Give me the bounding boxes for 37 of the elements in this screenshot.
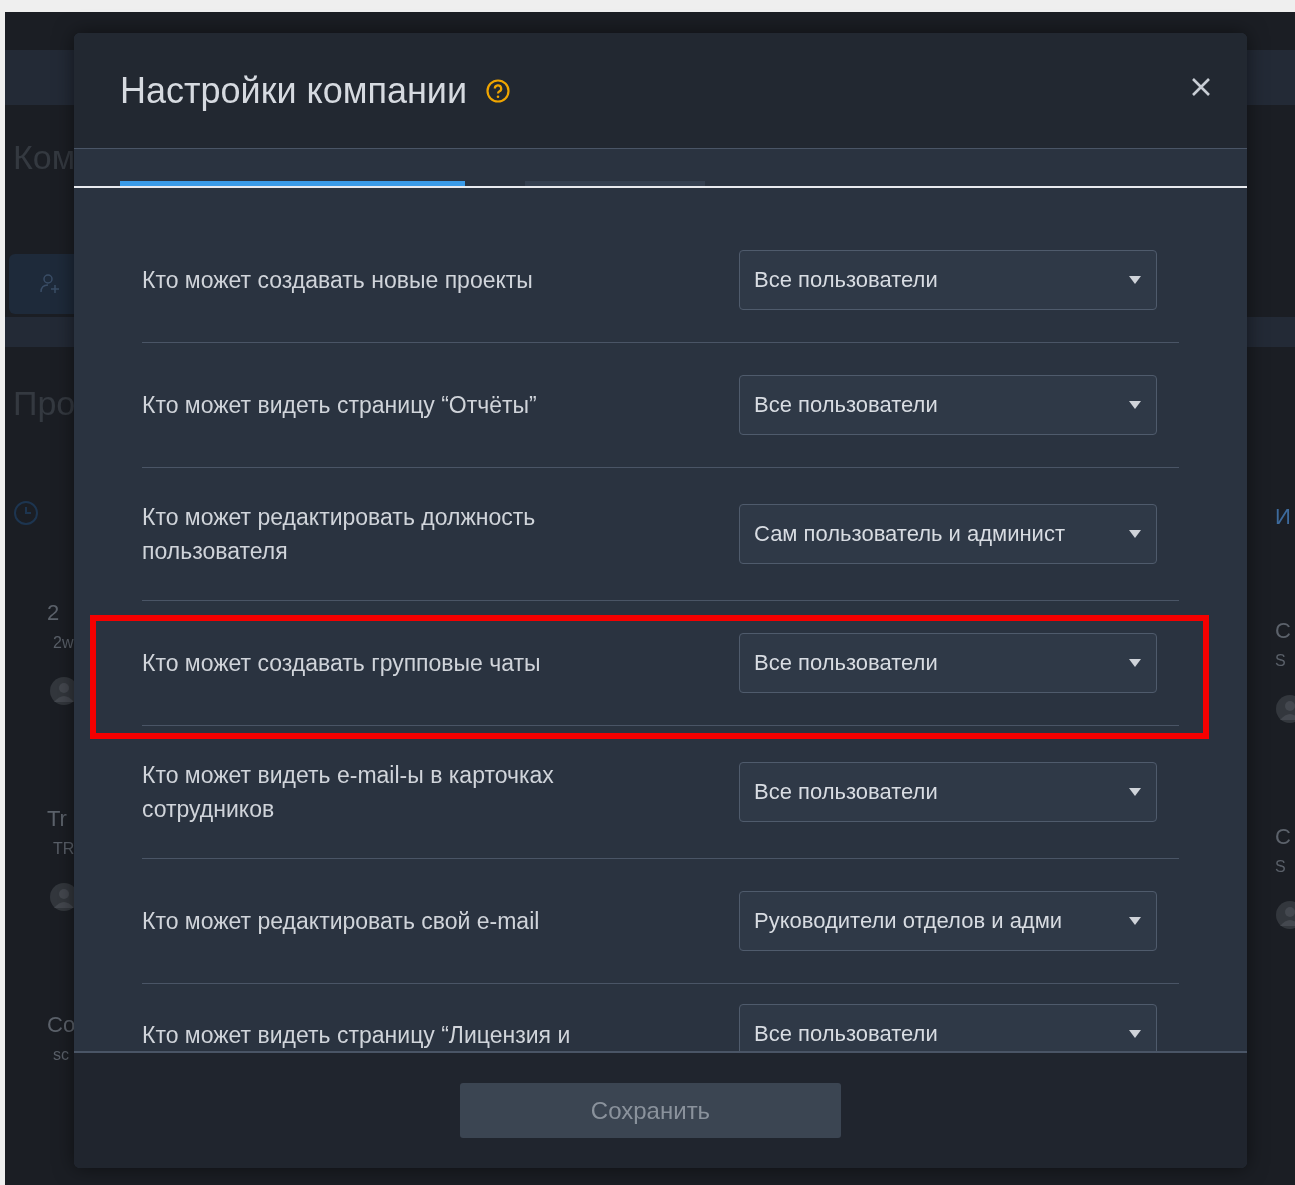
- project-name: 2: [46, 600, 61, 626]
- project-name: C: [1275, 618, 1292, 644]
- project-name: Tr: [46, 806, 68, 832]
- caret-icon: [1128, 275, 1142, 285]
- setting-label: Кто может видеть e-mail-ы в карточках сотрудников: [142, 761, 555, 824]
- dropdown[interactable]: Все пользователи: [739, 762, 1157, 822]
- dropdown[interactable]: Руководители отделов и адми: [739, 891, 1157, 951]
- project-code: S: [1275, 652, 1287, 670]
- setting-label: Кто может редактировать свой e-mail: [142, 907, 541, 936]
- dropdown[interactable]: Все пользователи: [739, 250, 1157, 310]
- caret-icon: [1128, 1029, 1142, 1039]
- dropdown[interactable]: Все пользователи: [739, 375, 1157, 435]
- help-icon[interactable]: [485, 77, 512, 104]
- project-code: S: [1275, 858, 1287, 876]
- caret-icon: [1128, 787, 1142, 797]
- project-code: 2w: [52, 634, 75, 652]
- setting-label: Кто может видеть страницу “Отчёты”: [142, 391, 538, 420]
- caret-icon: [1128, 916, 1142, 926]
- caret-icon: [1128, 658, 1142, 668]
- caret-icon: [1128, 529, 1142, 539]
- project-code: sc: [52, 1046, 70, 1064]
- setting-label: Кто может создавать групповые чаты: [142, 649, 542, 678]
- close-icon: [1191, 77, 1211, 97]
- project-name: C: [1275, 824, 1292, 850]
- caret-icon: [1128, 400, 1142, 410]
- dropdown[interactable]: Все пользователи: [739, 633, 1157, 693]
- dropdown[interactable]: Все пользователи: [739, 1004, 1157, 1051]
- tab-indicator[interactable]: [525, 181, 705, 186]
- setting-label: Кто может видеть страницу “Лицензия и: [142, 1021, 572, 1050]
- project-name: Co: [46, 1012, 77, 1038]
- setting-label: Кто может редактировать должность пользователя: [142, 503, 537, 566]
- project-code: TR: [52, 840, 76, 858]
- clock-icon: [13, 500, 39, 526]
- tab-indicator[interactable]: [120, 181, 465, 186]
- setting-label: Кто может создавать новые проекты: [142, 266, 534, 295]
- dropdown[interactable]: Сам пользователь и админист: [739, 504, 1157, 564]
- dialog-title: Настройки компании: [120, 69, 468, 112]
